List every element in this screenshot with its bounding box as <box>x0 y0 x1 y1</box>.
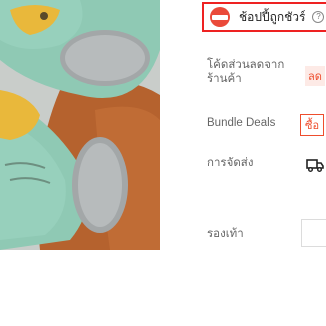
bundle-deals-tag[interactable]: ซื้อ <box>300 114 325 136</box>
shipping-label: การจัดส่ง <box>207 157 254 169</box>
truck-icon <box>306 159 324 172</box>
guarantee-badge-icon <box>210 7 230 27</box>
shop-voucher-tag[interactable]: ลด <box>305 66 325 86</box>
shop-voucher-label: โค้ดส่วนลดจากร้านค้า <box>207 59 285 85</box>
help-icon[interactable]: ? <box>312 11 325 23</box>
guarantee-text: ช้อปปี้ถูกชัวร์ <box>239 9 306 24</box>
bundle-deals-label: Bundle Deals <box>207 117 276 129</box>
shoe-size-label: รองเท้า <box>207 228 244 240</box>
product-photo-graphic <box>0 0 160 250</box>
size-option-button[interactable] <box>301 219 326 247</box>
product-image[interactable] <box>0 0 160 250</box>
product-details-panel: ช้อปปี้ถูกชัวร์ ? โค้ดส่วนลดจากร้านค้า ล… <box>160 0 326 250</box>
shopee-guarantee-banner[interactable]: ช้อปปี้ถูกชัวร์ ? <box>202 2 326 32</box>
